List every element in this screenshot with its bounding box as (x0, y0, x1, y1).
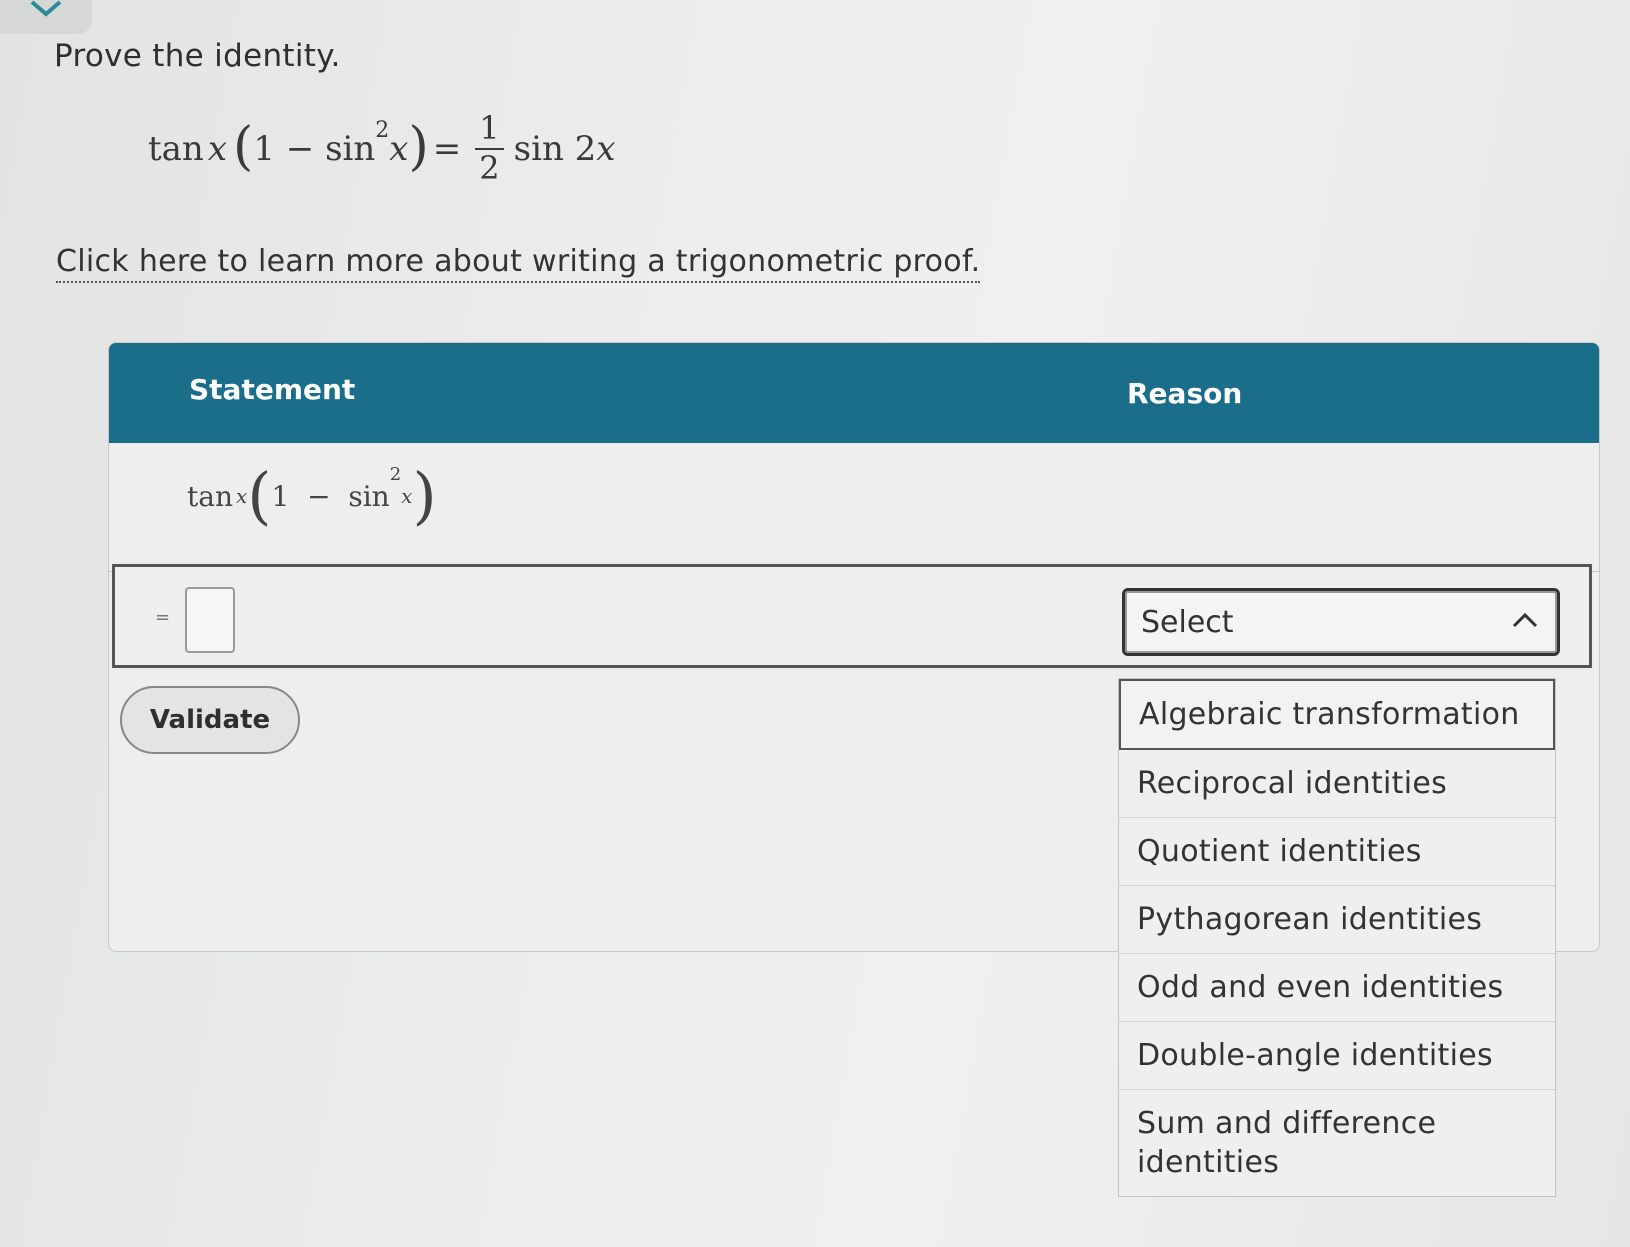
tan-func: tan (187, 479, 233, 513)
one-minus-sin: 1 − sin (253, 128, 376, 169)
validate-button[interactable]: Validate (120, 686, 300, 754)
fraction-numerator: 1 (475, 111, 504, 150)
option-pythagorean-identities[interactable]: Pythagorean identities (1119, 886, 1555, 954)
equals-sign: = (155, 607, 171, 628)
option-algebraic-transformation[interactable]: Algebraic transformation (1119, 679, 1555, 750)
exponent: 2 (389, 463, 402, 485)
chevron-up-icon (1512, 612, 1538, 628)
help-link[interactable]: Click here to learn more about writing a… (56, 244, 981, 283)
reason-select[interactable]: Select (1122, 588, 1560, 656)
fraction-denominator: 2 (479, 148, 500, 187)
statement-answer-box[interactable] (185, 587, 235, 653)
top-corner-tab[interactable] (0, 0, 92, 34)
rhs-sin2: sin 2 (513, 128, 597, 169)
paren-close: ) (412, 459, 437, 532)
exponent: 2 (375, 118, 390, 144)
option-double-angle-identities[interactable]: Double-angle identities (1119, 1022, 1555, 1090)
var-x: x (235, 484, 248, 508)
one-minus-sin: 1 − sin (271, 479, 390, 513)
header-reason: Reason (1127, 377, 1243, 410)
option-sum-difference-identities[interactable]: Sum and difference identities (1119, 1090, 1555, 1196)
option-quotient-identities[interactable]: Quotient identities (1119, 818, 1555, 886)
option-reciprocal-identities[interactable]: Reciprocal identities (1119, 750, 1555, 818)
proof-row-given: tan x ( 1 − sin 2 x ) (109, 443, 1599, 572)
tan-func: tan (148, 128, 204, 169)
reason-dropdown-list: Algebraic transformation Reciprocal iden… (1118, 678, 1556, 1197)
inner-var-x: x (389, 128, 409, 169)
inner-var-x: x (401, 484, 413, 508)
equals-sign: = (432, 128, 462, 169)
proof-table-header: Statement Reason (109, 343, 1599, 443)
fraction-one-half: 1 2 (475, 111, 504, 187)
rhs-var-x: x (596, 128, 616, 169)
given-statement: tan x ( 1 − sin 2 x ) (187, 459, 437, 532)
paren-close: ) (408, 116, 429, 177)
paren-open: ( (233, 116, 254, 177)
question-prompt: Prove the identity. (54, 38, 341, 74)
option-odd-even-identities[interactable]: Odd and even identities (1119, 954, 1555, 1022)
var-x: x (207, 128, 228, 169)
select-label: Select (1141, 605, 1234, 640)
identity-equation: tan x ( 1 − sin 2 x ) = 1 2 sin 2 x (148, 111, 616, 187)
chevron-down-icon (30, 0, 62, 17)
header-statement: Statement (189, 373, 356, 406)
paren-open: ( (247, 459, 272, 532)
